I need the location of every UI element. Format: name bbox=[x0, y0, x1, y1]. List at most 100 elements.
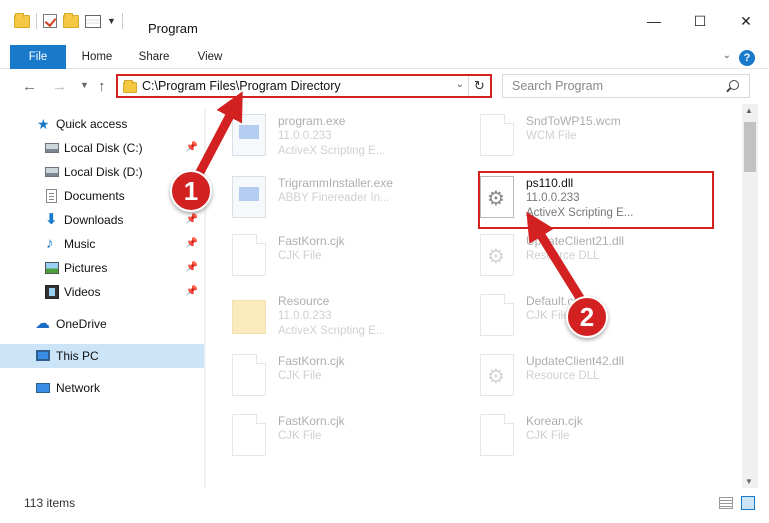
file-list: program.exe 11.0.0.233 ActiveX Scripting… bbox=[214, 108, 742, 488]
file-name: FastKorn.cjk bbox=[278, 234, 345, 248]
file-item[interactable]: SndToWP15.wcm WCM File bbox=[462, 110, 702, 166]
file-name: SndToWP15.wcm bbox=[526, 114, 621, 128]
folder-icon[interactable] bbox=[14, 12, 30, 28]
search-placeholder[interactable]: Search Program bbox=[512, 79, 603, 93]
document-icon bbox=[480, 414, 514, 456]
file-item[interactable]: UpdateClient21.dll Resource DLL bbox=[462, 230, 702, 286]
forward-arrow-icon[interactable]: → bbox=[52, 78, 67, 95]
file-item[interactable]: FastKorn.cjk CJK File bbox=[214, 230, 454, 286]
sidebar-item-music[interactable]: ♪ Music 📌 bbox=[0, 232, 204, 256]
close-button[interactable]: ✕ bbox=[723, 13, 769, 30]
sidebar-item-network[interactable]: Network bbox=[0, 376, 204, 400]
customize-toolbar-chevron-icon[interactable]: ▼ bbox=[107, 16, 116, 26]
document-icon bbox=[232, 234, 266, 276]
file-detail: 11.0.0.233 bbox=[278, 130, 332, 142]
navigation-bar: ← → ▼ ↑ C:\Program Files\Program Directo… bbox=[0, 72, 769, 102]
computer-icon bbox=[36, 350, 50, 361]
properties-icon[interactable] bbox=[85, 14, 101, 28]
file-name: TrigrammInstaller.exe bbox=[278, 176, 393, 190]
cloud-icon: ☁ bbox=[35, 315, 50, 332]
scroll-up-icon[interactable]: ▲ bbox=[745, 106, 753, 115]
address-path[interactable]: C:\Program Files\Program Directory bbox=[142, 79, 341, 93]
file-item[interactable]: FastKorn.cjk CJK File bbox=[214, 350, 454, 406]
new-folder-icon[interactable] bbox=[63, 12, 79, 28]
sidebar-item-label: Music bbox=[64, 237, 96, 251]
file-item[interactable]: Korean.cjk CJK File bbox=[462, 410, 702, 466]
file-name: UpdateClient21.dll bbox=[526, 234, 625, 248]
file-item[interactable]: FastKorn.cjk CJK File bbox=[214, 410, 454, 466]
sidebar-item-onedrive[interactable]: ☁ OneDrive bbox=[0, 312, 204, 336]
sidebar-item-pictures[interactable]: Pictures 📌 bbox=[0, 256, 204, 280]
item-count: 113 items bbox=[24, 496, 76, 510]
file-detail: CJK File bbox=[278, 370, 322, 382]
sidebar-item-label: This PC bbox=[56, 349, 99, 363]
file-detail: ActiveX Scripting E... bbox=[278, 145, 386, 157]
pin-icon[interactable]: 📌 bbox=[186, 286, 198, 297]
folder-icon bbox=[123, 80, 137, 93]
tab-share[interactable]: Share bbox=[130, 45, 178, 69]
maximize-button[interactable]: ☐ bbox=[677, 13, 723, 30]
file-name: Resource bbox=[278, 294, 330, 308]
details-view-icon[interactable] bbox=[719, 497, 733, 509]
file-detail: CJK File bbox=[526, 430, 570, 442]
sidebar-item-local-disk-c[interactable]: Local Disk (C:) 📌 bbox=[0, 136, 204, 160]
toolbar-divider bbox=[121, 13, 123, 29]
drive-icon bbox=[45, 167, 59, 177]
scrollbar-thumb[interactable] bbox=[744, 122, 756, 172]
network-icon bbox=[36, 383, 50, 393]
sidebar-item-this-pc[interactable]: This PC bbox=[0, 344, 204, 368]
file-name: program.exe bbox=[278, 114, 346, 128]
pin-icon[interactable]: 📌 bbox=[186, 238, 198, 249]
music-icon: ♪ bbox=[46, 235, 54, 252]
expand-ribbon-chevron-icon[interactable]: ⌄ bbox=[723, 50, 731, 61]
status-bar: 113 items bbox=[0, 488, 769, 523]
file-item[interactable]: TrigrammInstaller.exe ABBY Finereader In… bbox=[214, 172, 454, 228]
file-detail: ABBY Finereader In... bbox=[278, 192, 390, 204]
search-box[interactable]: Search Program bbox=[502, 74, 750, 98]
sidebar-item-label: Network bbox=[56, 381, 101, 395]
exe-icon bbox=[232, 176, 266, 218]
sidebar-item-downloads[interactable]: ⬇ Downloads 📌 bbox=[0, 208, 204, 232]
file-detail: ActiveX Scripting E... bbox=[278, 325, 386, 337]
file-highlight-box bbox=[478, 171, 714, 229]
scroll-down-icon[interactable]: ▼ bbox=[745, 477, 753, 486]
address-dropdown-chevron-icon[interactable]: ⌄ bbox=[456, 79, 464, 90]
file-detail: CJK File bbox=[278, 430, 322, 442]
file-detail: CJK File bbox=[526, 310, 570, 322]
help-icon[interactable]: ? bbox=[739, 50, 755, 66]
sidebar-scrollbar[interactable] bbox=[204, 108, 206, 488]
search-icon[interactable] bbox=[729, 80, 739, 90]
sidebar-item-label: OneDrive bbox=[56, 317, 107, 331]
sidebar-item-quick-access[interactable]: ★ Quick access bbox=[0, 112, 204, 136]
back-arrow-icon[interactable]: ← bbox=[22, 78, 37, 95]
sidebar-item-videos[interactable]: Videos 📌 bbox=[0, 280, 204, 304]
tab-view[interactable]: View bbox=[188, 45, 232, 69]
videos-icon bbox=[45, 285, 59, 299]
file-item[interactable]: Resource 11.0.0.233 ActiveX Scripting E.… bbox=[214, 290, 454, 346]
pin-icon[interactable]: 📌 bbox=[186, 262, 198, 273]
document-icon bbox=[232, 414, 266, 456]
document-icon bbox=[232, 354, 266, 396]
content-scrollbar[interactable]: ▲ ▼ bbox=[742, 104, 758, 488]
callout-badge-1: 1 bbox=[170, 170, 212, 212]
file-item[interactable]: UpdateClient42.dll Resource DLL bbox=[462, 350, 702, 406]
pin-icon[interactable]: 📌 bbox=[186, 214, 198, 225]
file-name: FastKorn.cjk bbox=[278, 354, 345, 368]
file-item[interactable]: program.exe 11.0.0.233 ActiveX Scripting… bbox=[214, 110, 454, 166]
refresh-icon[interactable]: ↻ bbox=[468, 76, 490, 96]
minimize-button[interactable]: — bbox=[631, 13, 677, 30]
toolbar-divider bbox=[36, 13, 37, 29]
tab-home[interactable]: Home bbox=[74, 45, 120, 69]
exe-icon bbox=[232, 114, 266, 156]
pin-icon[interactable]: 📌 bbox=[186, 142, 198, 153]
tab-file[interactable]: File bbox=[10, 45, 66, 69]
recent-locations-chevron-icon[interactable]: ▼ bbox=[80, 80, 89, 90]
file-name: Korean.cjk bbox=[526, 414, 583, 428]
properties-check-icon[interactable] bbox=[43, 14, 57, 28]
large-icons-view-icon[interactable] bbox=[741, 496, 755, 510]
document-icon bbox=[480, 294, 514, 336]
up-arrow-icon[interactable]: ↑ bbox=[98, 78, 106, 95]
address-bar[interactable]: C:\Program Files\Program Directory ⌄ ↻ bbox=[116, 74, 492, 98]
ribbon-tabs: File Home Share View ⌄ ? bbox=[0, 45, 769, 69]
sidebar-item-label: Quick access bbox=[56, 117, 128, 131]
